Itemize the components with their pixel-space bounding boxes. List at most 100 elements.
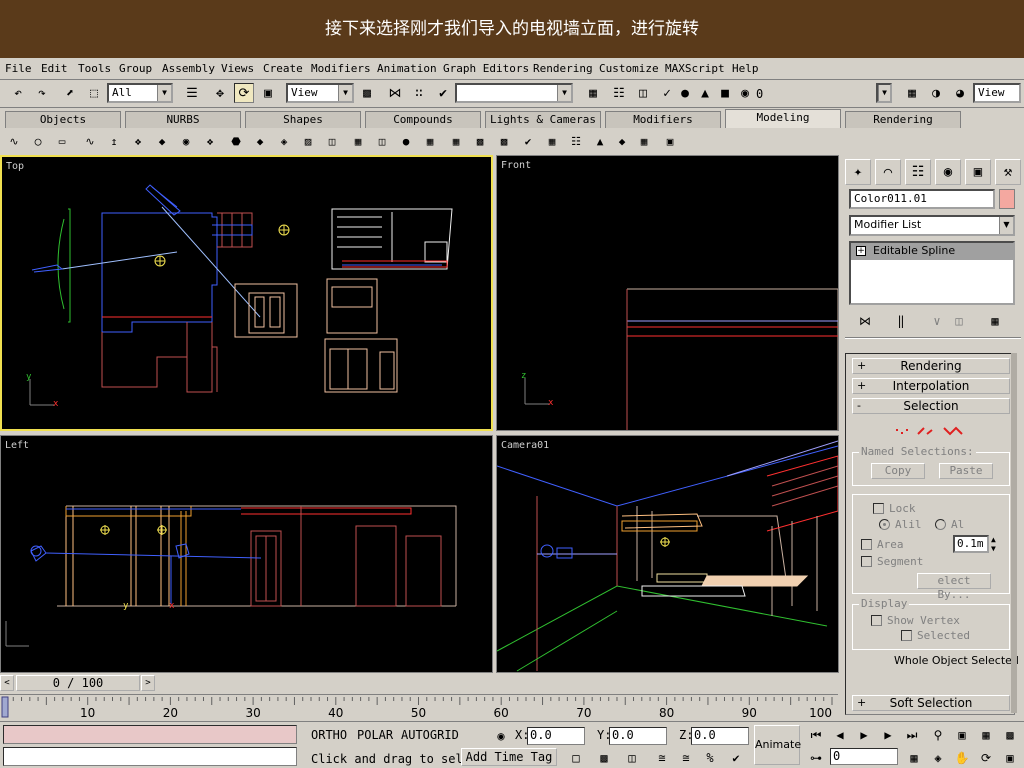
poly-icon[interactable]: ⬣ <box>228 133 244 149</box>
tab-shapes[interactable]: Shapes <box>245 111 361 128</box>
select-arrow-icon[interactable]: ⬈ <box>60 83 80 103</box>
maxscript-listener[interactable] <box>3 725 297 744</box>
lathe-icon[interactable]: ↥ <box>106 133 122 149</box>
mesh-icon[interactable]: ◆ <box>252 133 268 149</box>
field-of-view-icon[interactable]: ◈ <box>928 748 948 768</box>
display-panel-icon[interactable]: ▣ <box>965 159 991 185</box>
time-slider-thumb[interactable]: 0 / 100 <box>16 675 140 691</box>
area-spinner[interactable]: 0.1m <box>953 535 989 553</box>
tab-modifiers[interactable]: Modifiers <box>605 111 721 128</box>
rectangle-shape-icon[interactable]: ▭ <box>54 133 70 149</box>
percent-snap-icon[interactable]: ◫ <box>622 748 642 768</box>
orbit-icon[interactable]: ⟳ <box>976 748 996 768</box>
render-view-dropdown[interactable]: View <box>973 83 1021 103</box>
extrude-icon[interactable]: ❖ <box>130 133 146 149</box>
command-panel-scrollbar[interactable] <box>1011 353 1017 713</box>
zoom-icon[interactable]: ⚲ <box>928 725 948 745</box>
spinner-snap-icon[interactable]: ≅ <box>652 748 672 768</box>
mirror-icon[interactable]: ⋈ <box>385 83 405 103</box>
sub-object-level-icons[interactable] <box>894 424 966 438</box>
time-next-arrow-icon[interactable]: > <box>141 675 155 691</box>
stack-item-editable-spline[interactable]: + Editable Spline <box>851 243 1013 260</box>
mirror-tool-icon[interactable]: ▦ <box>583 83 603 103</box>
al-radio[interactable] <box>935 519 946 530</box>
ortho-label[interactable]: ORTHO <box>311 728 347 742</box>
named-selection-dropdown[interactable]: ▼ <box>455 83 573 103</box>
maximize-viewport-icon[interactable]: ▣ <box>1000 748 1020 768</box>
layers-icon[interactable]: ☷ <box>609 83 629 103</box>
menu-edit[interactable]: Edit <box>41 62 68 75</box>
motion-panel-icon[interactable]: ◉ <box>935 159 961 185</box>
snap-toggle-icon[interactable]: ✔ <box>726 748 746 768</box>
shell-icon[interactable]: ▲ <box>592 133 608 149</box>
viewport-camera[interactable]: Camera01 <box>496 435 839 673</box>
tab-modeling[interactable]: Modeling <box>725 109 841 128</box>
autogrid-label[interactable]: AUTOGRID <box>401 728 459 742</box>
viewport-top[interactable]: Top y x <box>0 155 493 431</box>
rollout-interpolation[interactable]: + Interpolation <box>852 378 1010 394</box>
segment-checkbox[interactable] <box>861 556 872 567</box>
copy-button[interactable]: Copy <box>871 463 925 479</box>
viewport-front[interactable]: Front z x <box>496 155 839 431</box>
circle-shape-icon[interactable]: ◯ <box>30 133 46 149</box>
menu-file[interactable]: File <box>5 62 32 75</box>
tube-icon[interactable]: ◫ <box>374 133 390 149</box>
viewport-label-camera[interactable]: Camera01 <box>501 440 549 451</box>
plane-grid-icon[interactable]: ▦ <box>422 133 438 149</box>
go-to-start-icon[interactable]: ⏮ <box>806 725 826 745</box>
selection-filter-dropdown[interactable]: All ▼ <box>107 83 173 103</box>
boolean-icon[interactable]: ▣ <box>662 133 678 149</box>
time-config-icon[interactable]: ▦ <box>904 748 924 768</box>
patch-icon[interactable]: ◈ <box>276 133 292 149</box>
schematic-icon[interactable]: ▦ <box>902 83 922 103</box>
show-vertex-checkbox[interactable] <box>871 615 882 626</box>
pivot-icon[interactable]: ▩ <box>357 83 377 103</box>
menu-tools[interactable]: Tools <box>78 62 111 75</box>
menu-views[interactable]: Views <box>221 62 254 75</box>
menu-graph-editors[interactable]: Graph Editors <box>443 62 529 75</box>
play-icon[interactable]: ▶ <box>854 725 874 745</box>
hierarchy-panel-icon[interactable]: ☷ <box>905 159 931 185</box>
menu-help[interactable]: Help <box>732 62 759 75</box>
uvw-map-icon[interactable]: ◆ <box>614 133 630 149</box>
lattice-icon[interactable]: ☷ <box>568 133 584 149</box>
show-end-result-icon[interactable]: ‖ <box>891 311 911 331</box>
select-by-button[interactable]: elect By... <box>917 573 991 601</box>
select-by-name-icon[interactable]: ☰ <box>182 83 202 103</box>
percent-icon[interactable]: % <box>700 748 720 768</box>
modifier-list-dropdown[interactable]: Modifier List ▼ <box>849 215 1015 236</box>
menu-rendering[interactable]: Rendering <box>533 62 593 75</box>
configure-sets-icon[interactable]: ▦ <box>985 311 1005 331</box>
current-layer-check-icon[interactable]: ✓ <box>657 83 677 103</box>
viewport-label-top[interactable]: Top <box>6 161 24 172</box>
viewport-label-left[interactable]: Left <box>5 440 29 451</box>
object-color-swatch[interactable] <box>999 189 1015 209</box>
paste-button[interactable]: Paste <box>939 463 993 479</box>
pan-hand-icon[interactable]: ✋ <box>952 748 972 768</box>
menu-create[interactable]: Create <box>263 62 303 75</box>
menu-modifiers[interactable]: Modifiers <box>311 62 371 75</box>
layer-manager-icon[interactable]: ◫ <box>633 83 653 103</box>
material-editor-icon[interactable]: ◑ <box>926 83 946 103</box>
previous-frame-icon[interactable]: ◀ <box>830 725 850 745</box>
redo-icon[interactable]: ↷ <box>32 83 52 103</box>
selection-lock-icon[interactable]: ◉ <box>491 726 511 746</box>
color-layer-icon[interactable]: ■ <box>715 83 735 103</box>
undo-icon[interactable]: ↶ <box>8 83 28 103</box>
create-panel-icon[interactable]: ✦ <box>845 159 871 185</box>
nurbs-icon[interactable]: ▨ <box>300 133 316 149</box>
cube-map-icon[interactable]: ▦ <box>636 133 652 149</box>
array-icon[interactable]: ∷ <box>409 83 429 103</box>
box-icon[interactable]: ▦ <box>350 133 366 149</box>
freeze-icon[interactable]: ▲ <box>695 83 715 103</box>
align-icon[interactable]: ✔ <box>433 83 453 103</box>
add-time-tag-button[interactable]: Add Time Tag <box>461 748 557 766</box>
zoom-extents-all-icon[interactable]: ▩ <box>1000 725 1020 745</box>
zoom-extents-icon[interactable]: ▦ <box>976 725 996 745</box>
rollout-soft-selection[interactable]: + Soft Selection <box>852 695 1010 711</box>
spinner-snap-2-icon[interactable]: ≅ <box>676 748 696 768</box>
menu-assembly[interactable]: Assembly <box>162 62 215 75</box>
light-bulb-icon[interactable]: ● <box>675 83 695 103</box>
rollout-rendering[interactable]: + Rendering <box>852 358 1010 374</box>
ref-coord-dropdown[interactable]: View ▼ <box>286 83 354 103</box>
